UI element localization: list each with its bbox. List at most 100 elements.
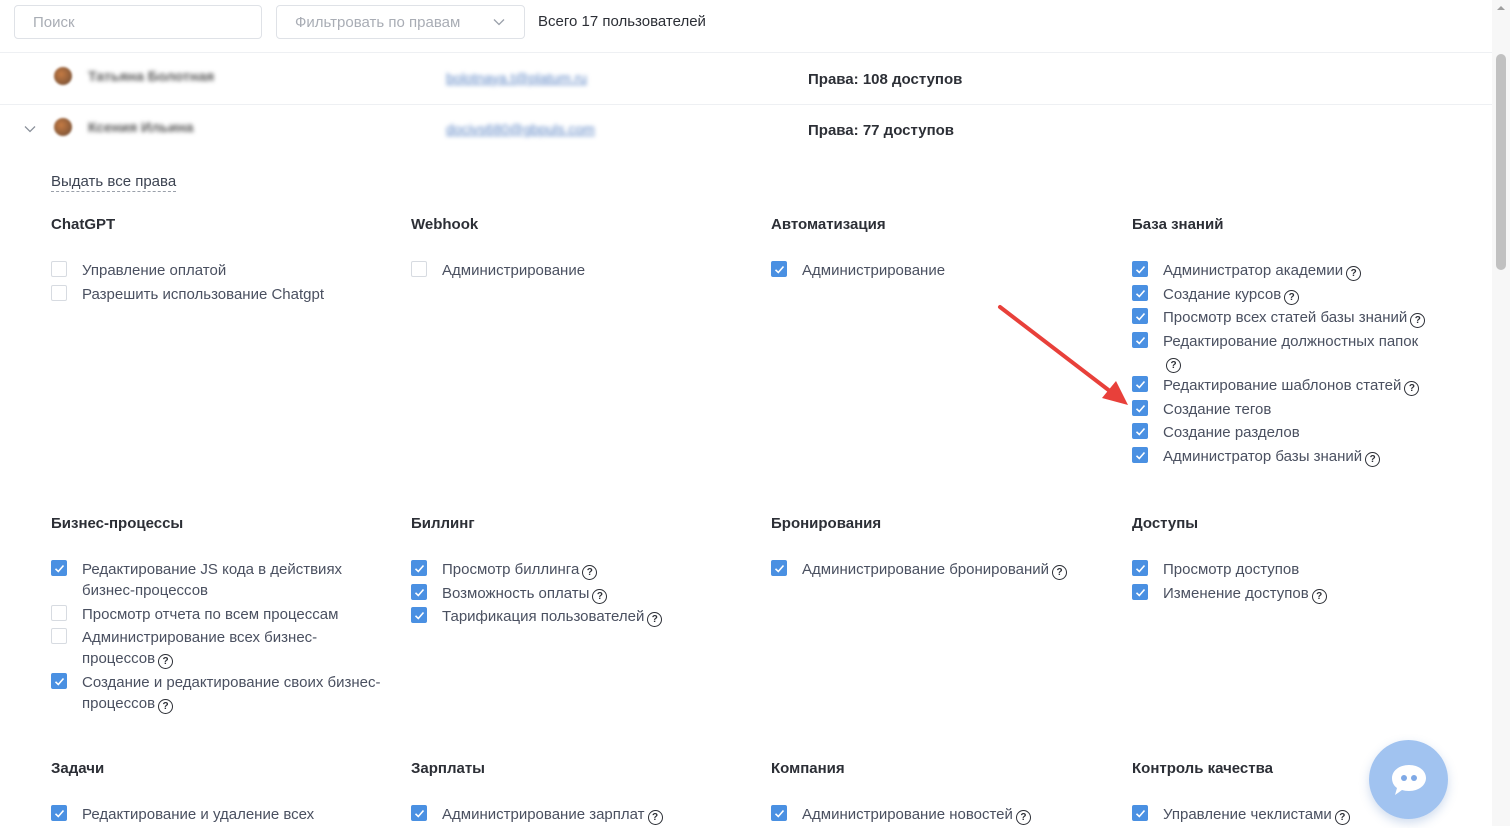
permission-checkbox[interactable] [411,560,427,576]
permission-group-title: Зарплаты [411,760,485,777]
permission-item[interactable]: Создание курсов? [1132,284,1432,305]
permission-checkbox[interactable] [51,261,67,277]
permission-list: Просмотр доступов Изменение доступов? [1132,559,1432,604]
permission-checkbox[interactable] [51,560,67,576]
grant-all-rights-link[interactable]: Выдать все права [51,173,177,192]
permission-checkbox[interactable] [1132,560,1148,576]
rights-label: Права: [808,71,859,88]
permission-checkbox[interactable] [51,604,67,621]
permission-item[interactable]: Создание разделов [1132,422,1432,443]
permission-checkbox[interactable] [411,261,427,277]
permission-item[interactable]: Разрешить использование Chatgpt [51,284,381,305]
question-circle-icon[interactable]: ? [1015,810,1031,825]
permission-label: Редактирование JS кода в действиях бизне… [82,561,343,599]
user-name: Татьяна Болотная [88,68,215,84]
permission-item[interactable]: Редактирование и удаление всех [51,804,381,825]
permission-item[interactable]: Просмотр всех статей базы знаний? [1132,307,1432,328]
permission-checkbox[interactable] [1132,805,1148,821]
question-circle-icon[interactable]: ? [647,612,663,627]
permission-checkbox[interactable] [51,672,67,689]
permission-list: Управление оплатой Разрешить использовани… [51,260,381,305]
permission-item[interactable]: Редактирование JS кода в действиях бизне… [51,559,381,601]
permission-item[interactable]: Просмотр доступов [1132,559,1432,580]
chevron-down-icon[interactable] [23,122,37,136]
permission-item[interactable]: Администратор академии? [1132,260,1432,281]
permission-item[interactable]: Администратор базы знаний? [1132,446,1432,467]
permission-checkbox[interactable] [411,607,427,623]
question-circle-icon[interactable]: ? [1334,810,1350,825]
chat-widget-button[interactable] [1369,740,1448,819]
permission-checkbox[interactable] [771,560,787,576]
question-circle-icon[interactable]: ? [1410,313,1426,328]
search-field[interactable] [14,5,262,39]
user-email-link[interactable]: docivs680@gbpuls.com [446,121,595,137]
permission-label: Создание разделов [1163,424,1300,441]
permission-checkbox[interactable] [1132,446,1148,463]
permission-item[interactable]: Управление оплатой [51,260,381,281]
question-circle-icon[interactable]: ? [592,588,608,604]
permission-item[interactable]: Просмотр отчета по всем процессам [51,604,381,625]
permission-checkbox[interactable] [51,805,67,821]
question-circle-icon[interactable]: ? [1346,266,1362,281]
permission-group: Зарплаты Администрирование зарплат? [411,760,741,828]
permission-item[interactable]: Администрирование новостей? [771,804,1101,825]
question-circle-icon[interactable]: ? [1365,451,1381,467]
question-circle-icon[interactable]: ? [1166,357,1181,373]
question-circle-icon[interactable]: ? [1311,588,1327,604]
permission-item[interactable]: Изменение доступов? [1132,583,1432,604]
permission-checkbox[interactable] [411,805,427,821]
permission-list: Администрирование [411,260,741,281]
permission-item[interactable]: Создание и редактирование своих бизнес-п… [51,672,381,714]
permission-item[interactable]: Редактирование должностных папок? [1132,331,1432,373]
permission-item[interactable]: Тарификация пользователей? [411,606,741,627]
permission-item[interactable]: Администрирование бронирований? [771,559,1101,580]
question-circle-icon[interactable]: ? [1404,381,1420,396]
search-input[interactable] [15,6,261,38]
question-circle-icon[interactable]: ? [582,565,598,580]
scroll-up-icon[interactable] [1496,3,1506,13]
rights-filter-select[interactable]: Фильтровать по правам [276,5,525,39]
permission-list: Редактирование JS кода в действиях бизне… [51,559,381,714]
annotation-arrow [998,305,1128,405]
permission-item[interactable]: Администрирование [411,260,741,281]
user-rights-summary: Права: 77 доступов [808,122,954,139]
permission-item[interactable]: Администрирование зарплат? [411,804,741,825]
permission-checkbox[interactable] [1132,261,1148,277]
permission-label: Создание тегов [1163,400,1272,418]
user-row[interactable]: Татьяна Болотная bolotnaya.t@platum.ru П… [0,53,1492,105]
permission-checkbox[interactable] [51,628,67,644]
permission-checkbox[interactable] [51,284,67,301]
permission-checkbox[interactable] [771,261,787,277]
toolbar: Фильтровать по правам Всего 17 пользоват… [0,0,1492,53]
permission-group-title: Задачи [51,760,105,777]
rights-label: Права: [808,122,859,139]
user-row-expanded[interactable]: Ксения Ильина docivs680@gbpuls.com Права… [0,104,1492,155]
permission-checkbox[interactable] [1132,423,1148,439]
scrollbar-thumb[interactable] [1496,54,1506,270]
permission-group-title: Компания [771,760,845,777]
permission-label: Просмотр доступов [1163,561,1300,578]
permission-label: Администрирование бронирований [802,561,1050,578]
question-circle-icon[interactable]: ? [647,810,663,825]
rights-count: 108 доступов [862,71,963,88]
permission-item[interactable]: Возможность оплаты? [411,583,741,604]
permission-label: Редактирование должностных папок [1163,332,1419,350]
question-circle-icon[interactable]: ? [1284,289,1300,305]
permission-checkbox[interactable] [1132,583,1148,600]
user-email-link[interactable]: bolotnaya.t@platum.ru [446,70,587,86]
permission-item[interactable]: Администрирование всех бизнес-процессов? [51,627,381,669]
permission-group: Автоматизация Администрирование [771,216,1101,284]
permission-group-title: Бизнес-процессы [51,515,184,532]
permission-checkbox[interactable] [771,805,787,821]
question-circle-icon[interactable]: ? [158,698,174,714]
permission-label: Управление чеклистами [1163,806,1332,823]
permission-item[interactable]: Редактирование шаблонов статей? [1132,375,1432,396]
permission-list: Администрирование зарплат? [411,804,741,825]
permission-item[interactable]: Администрирование [771,260,1101,281]
question-circle-icon[interactable]: ? [1052,565,1068,580]
permission-item[interactable]: Создание тегов [1132,399,1432,420]
permission-checkbox[interactable] [411,583,427,600]
permission-item[interactable]: Просмотр биллинга? [411,559,741,580]
scrollbar[interactable] [1492,0,1510,826]
question-circle-icon[interactable]: ? [158,654,174,669]
